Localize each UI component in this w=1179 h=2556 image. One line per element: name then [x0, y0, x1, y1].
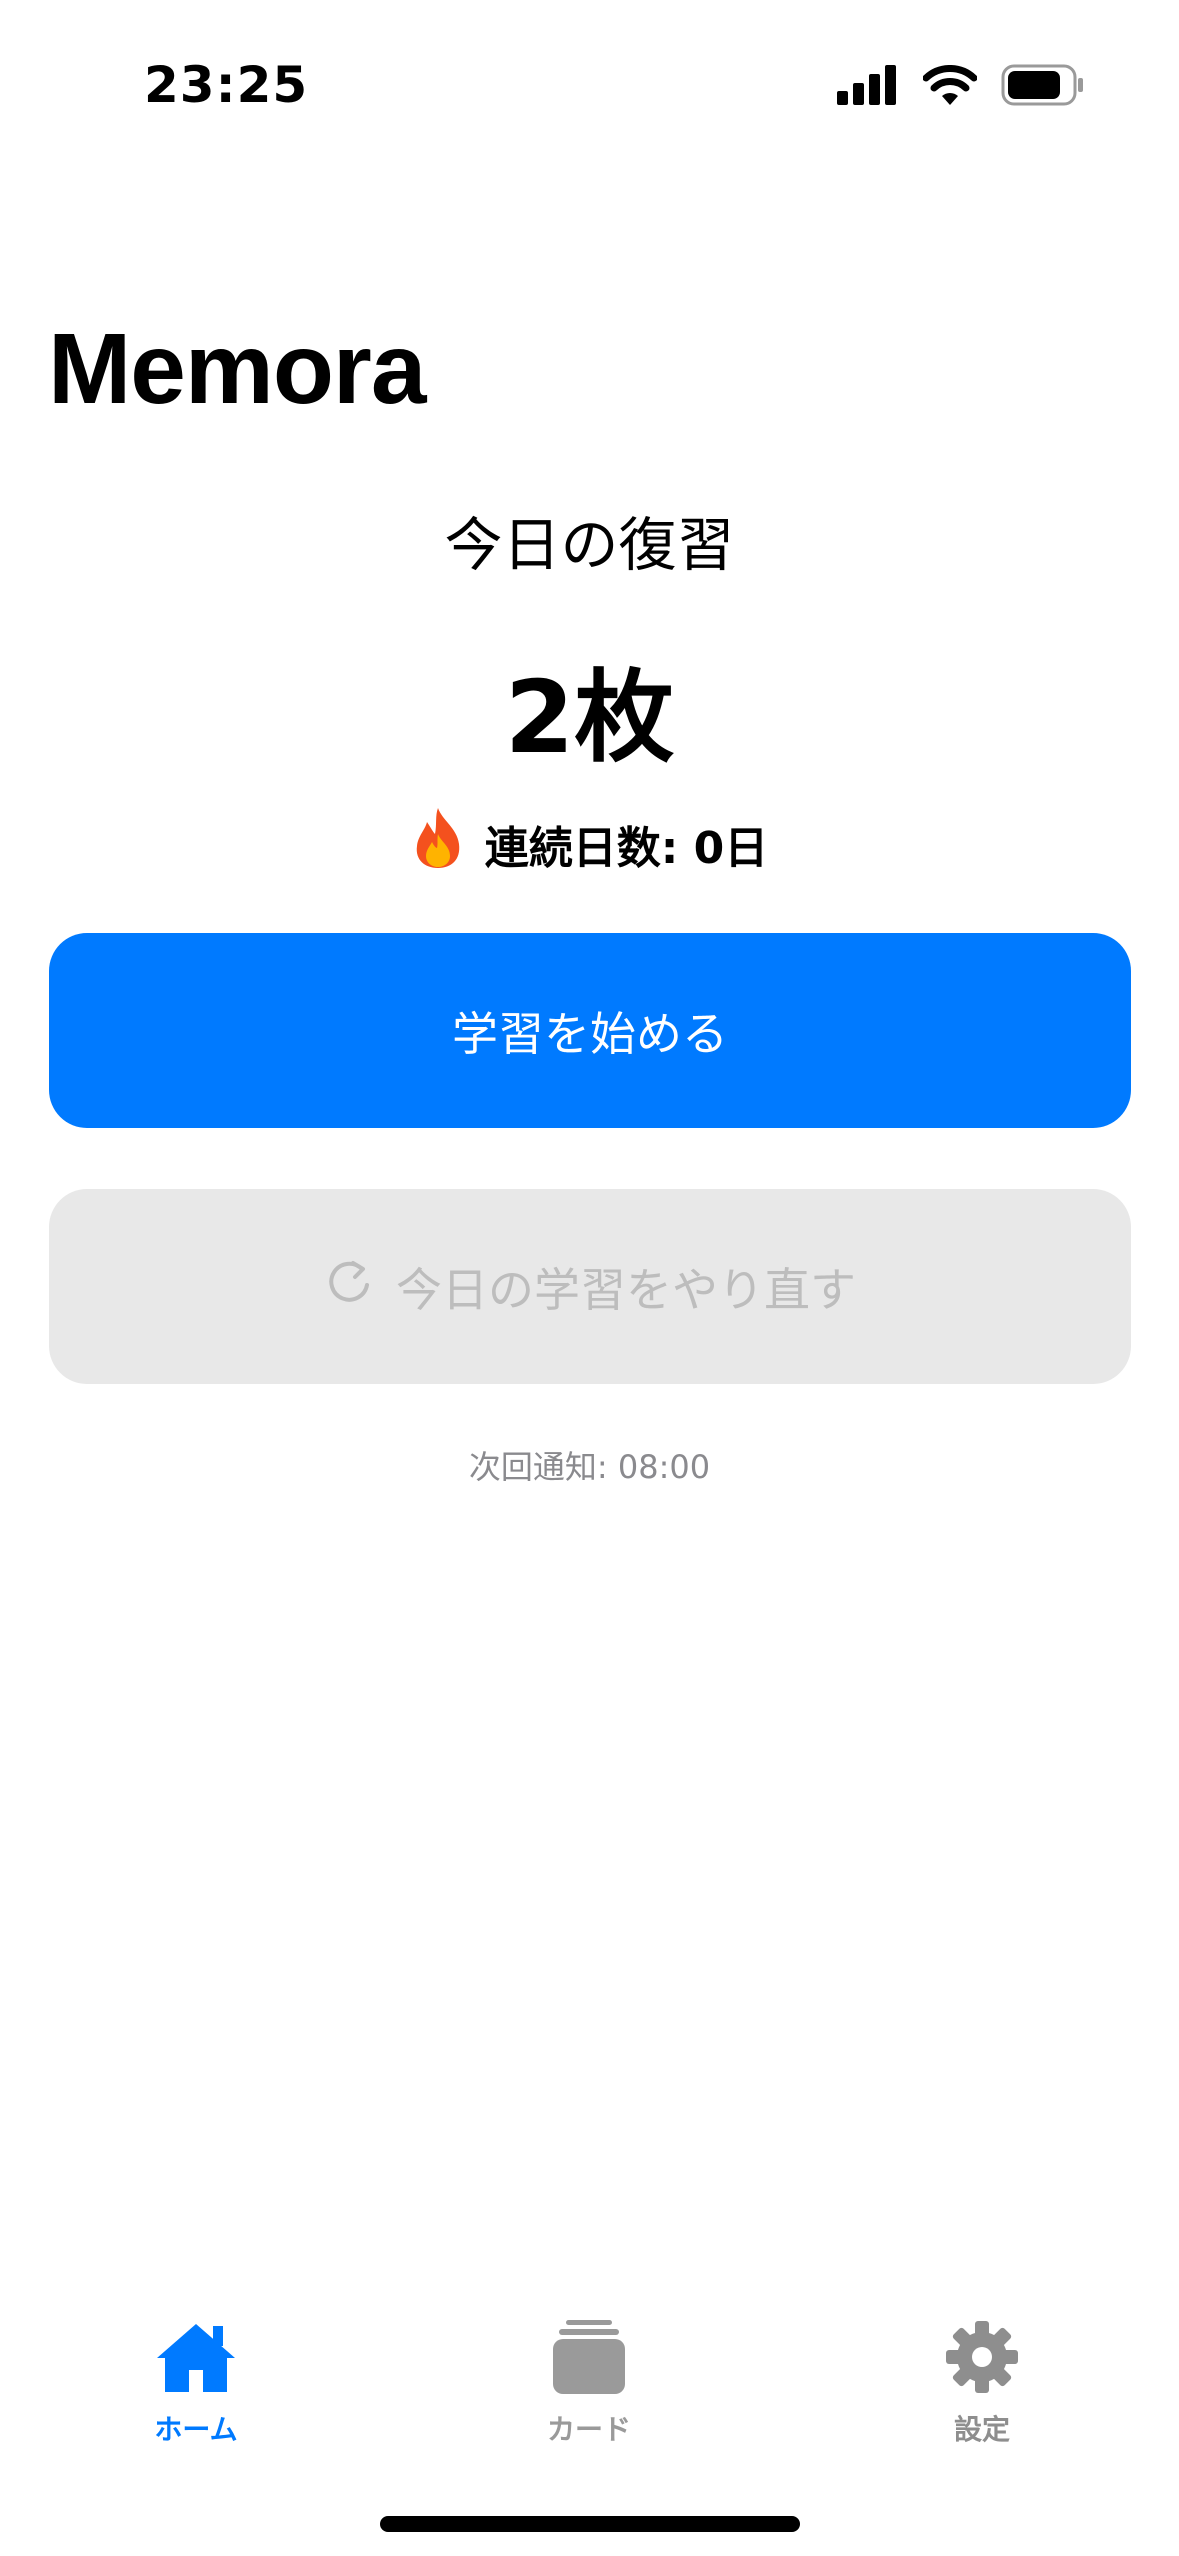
- review-label: 今日の復習: [444, 511, 735, 579]
- fire-icon: [411, 806, 465, 881]
- status-icons: [837, 62, 1085, 112]
- tab-cards[interactable]: カード: [489, 2320, 689, 2448]
- tab-cards-label: カード: [546, 2413, 631, 2446]
- wifi-icon: [922, 65, 978, 109]
- card-stack-icon: [550, 2320, 628, 2398]
- page-title: Memora: [48, 313, 426, 425]
- tab-settings[interactable]: 設定: [882, 2320, 1082, 2448]
- battery-icon: [1001, 64, 1085, 110]
- cellular-signal-icon: [837, 65, 899, 109]
- start-study-button[interactable]: 学習を始める: [49, 933, 1131, 1128]
- tab-home[interactable]: ホーム: [96, 2320, 296, 2448]
- house-icon: [153, 2320, 239, 2398]
- next-notification-text: 次回通知: 08:00: [468, 1448, 711, 1486]
- review-count: 2枚: [504, 659, 675, 776]
- home-indicator: [380, 2516, 800, 2532]
- gear-icon: [944, 2320, 1020, 2398]
- tab-home-label: ホーム: [154, 2413, 238, 2446]
- redo-study-label: 今日の学習をやり直す: [396, 1262, 856, 1317]
- redo-study-button[interactable]: 今日の学習をやり直す: [49, 1189, 1131, 1384]
- refresh-icon: [324, 1255, 374, 1318]
- tab-settings-label: 設定: [953, 2413, 1010, 2446]
- streak-row: 連続日数: 0日: [0, 806, 1179, 881]
- streak-text: 連続日数: 0日: [484, 822, 769, 874]
- start-study-label: 学習を始める: [452, 1006, 728, 1061]
- status-time: 23:25: [144, 56, 309, 114]
